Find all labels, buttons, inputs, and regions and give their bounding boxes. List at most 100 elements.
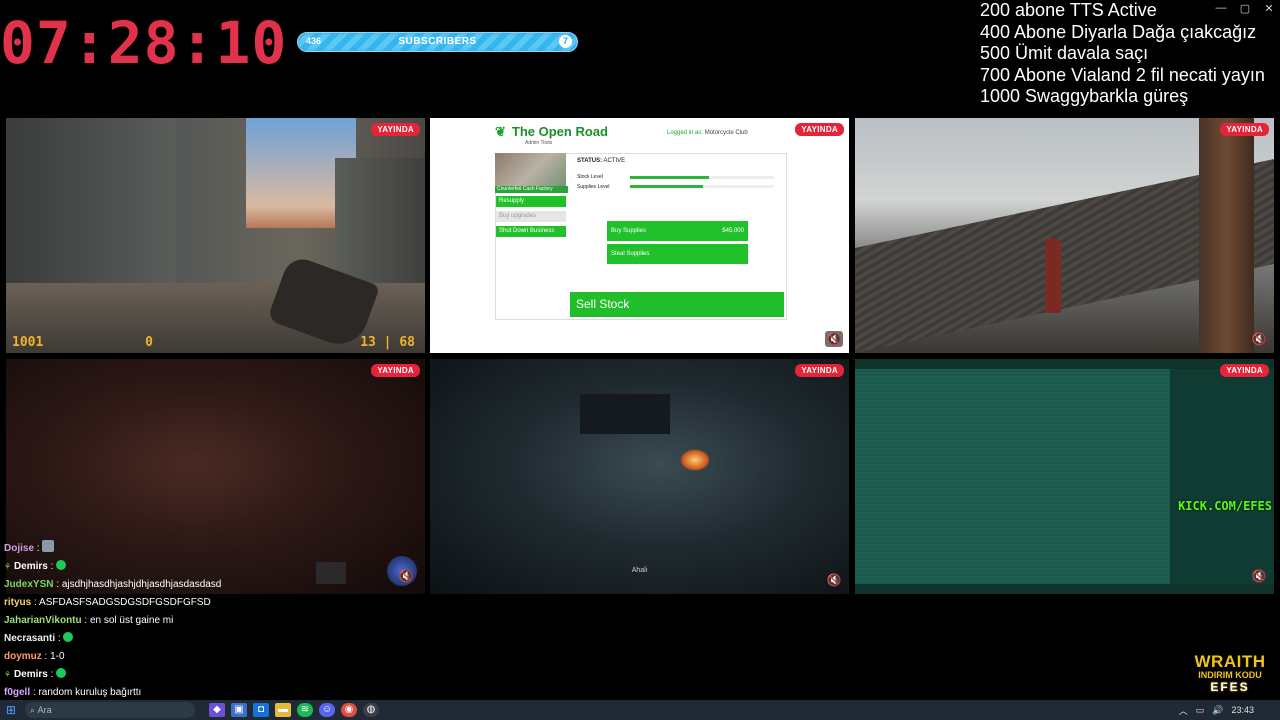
chat-separator: : xyxy=(53,579,62,590)
stream-tile-fps-game[interactable]: 1001 0 13 | 68 YAYINDA xyxy=(6,118,425,353)
goal-item: 400 Abone Diyarla Dağa çıakcağız xyxy=(980,21,1257,42)
chat-text: ajsdhjhasdhjashjdhjasdhjasdasdasd xyxy=(61,579,222,590)
app-icon[interactable]: ◆ xyxy=(209,703,225,717)
chrome-icon[interactable]: ◉ xyxy=(341,703,357,717)
resupply-button[interactable]: Resupply xyxy=(496,196,566,207)
buy-supplies-button[interactable]: Buy Supplies $45,000 xyxy=(607,221,748,241)
chat-username: rityus xyxy=(4,597,32,608)
sponsor-code: EFES xyxy=(1210,680,1250,694)
chat-username: Demirs xyxy=(13,561,48,572)
buy-upgrades-button[interactable]: Buy upgrades xyxy=(496,211,566,222)
chat-separator: : xyxy=(47,669,57,680)
sell-stock-button[interactable]: Sell Stock xyxy=(570,292,784,317)
game-pillar xyxy=(1199,118,1254,353)
chat-message: rityus : ASFDASFSADGSDGSDFGSDFGFSD xyxy=(4,594,221,612)
hud-health: 1001 0 xyxy=(12,335,153,350)
goal-item: 1000 Swaggybarkla güreş xyxy=(980,86,1189,106)
chat-message: Dojise : xyxy=(4,540,221,558)
sponsor-badge: WRAITH INDIRIM KODU EFES xyxy=(1186,652,1274,694)
app-icon[interactable]: ◘ xyxy=(253,703,269,717)
terminal-bottombar xyxy=(855,584,1274,594)
business-status: STATUS: ACTIVE xyxy=(577,158,626,164)
stock-level-fill xyxy=(630,176,710,179)
supplies-level-bar xyxy=(630,185,774,188)
chat-emote-icon xyxy=(63,632,74,642)
stock-level-label: Stock Level xyxy=(577,174,603,180)
chat-text: random kuruluş bağırttı xyxy=(38,687,142,698)
stream-tile-rooftop-game[interactable]: YAYINDA 🔇 xyxy=(855,118,1274,353)
search-icon: ⌕ xyxy=(30,704,36,715)
shutdown-business-button[interactable]: Shut Down Business xyxy=(496,226,566,237)
subscriber-target-marker: 7 xyxy=(559,35,572,48)
obs-icon[interactable]: ◍ xyxy=(363,703,379,717)
taskbar-apps: ◆ ▣ ◘ ▬ ≋ ☺ ◉ ◍ xyxy=(209,703,379,717)
mute-icon[interactable]: 🔇 xyxy=(825,572,843,588)
supplies-level-label: Supplies Level xyxy=(577,184,610,190)
chat-username: doymuz xyxy=(4,651,42,662)
subscribers-progress-bar: 436 SUBSCRIBERS 7 xyxy=(297,32,578,52)
spotify-icon[interactable]: ≋ xyxy=(297,703,313,717)
stream-clock: 07:28:10 xyxy=(0,9,288,77)
sponsor-brand: WRAITH xyxy=(1194,652,1266,671)
chat-text: en sol üst gaine mi xyxy=(89,615,174,626)
live-badge: YAYINDA xyxy=(795,123,844,136)
system-tray: ︿ ▭ 🔊 23:43 xyxy=(1179,704,1280,717)
volume-icon[interactable]: 🔊 xyxy=(1212,705,1223,716)
chat-separator: : xyxy=(31,597,40,608)
chat-text: ASFDASFSADGSDGSDFGSDFGFSD xyxy=(39,597,211,608)
subscriber-goals-list: 200 abone TTS Active 400 Abone Diyarla D… xyxy=(980,0,1265,108)
mute-icon[interactable]: 🔇 xyxy=(397,568,415,584)
mute-icon[interactable]: 🔇 xyxy=(1250,331,1268,347)
chat-message: doymuz : 1-0 xyxy=(4,648,221,666)
game-house xyxy=(580,394,670,434)
clock-time[interactable]: 23:43 xyxy=(1231,705,1254,715)
stream-tile-village-game[interactable]: Ahali YAYINDA 🔇 xyxy=(430,359,849,594)
live-badge: YAYINDA xyxy=(371,123,420,136)
chat-separator: : xyxy=(81,615,90,626)
supplies-level-fill xyxy=(630,185,704,188)
brand-logo: ❦ The Open Road Admin Tools xyxy=(495,124,608,146)
live-badge: YAYINDA xyxy=(1220,123,1269,136)
chat-emote-icon xyxy=(42,540,55,552)
start-icon[interactable]: ⊞ xyxy=(0,703,22,717)
chat-emote-icon xyxy=(56,560,67,570)
chat-separator: : xyxy=(55,633,64,644)
live-badge: YAYINDA xyxy=(795,364,844,377)
game-character xyxy=(1045,238,1061,313)
stream-tile-gta-business[interactable]: ❦ The Open Road Admin Tools Logged in as: … xyxy=(430,118,849,353)
live-badge: YAYINDA xyxy=(1220,364,1269,377)
chat-message: Necrasanti : xyxy=(4,630,221,648)
chat-username: JaharianVikontu xyxy=(4,615,82,626)
goal-item: 200 abone TTS Active xyxy=(980,0,1157,20)
subscribers-label: SUBSCRIBERS xyxy=(398,36,477,47)
chat-message: ⚘ Demirs : xyxy=(4,558,221,576)
terminal-sidebar xyxy=(1170,369,1274,589)
chat-text: 1-0 xyxy=(50,651,65,662)
chat-username: Necrasanti xyxy=(4,633,56,644)
chat-separator: : xyxy=(41,651,51,662)
steal-supplies-button[interactable]: Steal Supplies xyxy=(607,244,748,264)
stock-level-bar xyxy=(630,176,774,179)
chat-separator: : xyxy=(47,561,57,572)
chat-message: JaharianVikontu : en sol üst gaine mi xyxy=(4,612,221,630)
chat-message: JudexYSN : ajsdhjhasdhjashjdhjasdhjasdas… xyxy=(4,576,221,594)
taskbar-search[interactable]: ⌕ Ara xyxy=(25,702,195,718)
chat-username: Dojise xyxy=(4,543,35,554)
folder-icon[interactable]: ▬ xyxy=(275,703,291,717)
kick-channel-url: KICK.COM/EFES xyxy=(1178,499,1272,513)
network-icon[interactable]: ▭ xyxy=(1196,705,1205,716)
goal-item: 500 Ümit davala saçı xyxy=(980,43,1149,63)
sub-badge-icon: ⚘ xyxy=(4,670,12,679)
stream-tile-terminal-game[interactable]: KICK.COM/EFES YAYINDA 🔇 xyxy=(855,359,1274,594)
sub-badge-icon: ⚘ xyxy=(4,562,12,571)
chat-username: Demirs xyxy=(13,669,48,680)
mute-icon[interactable]: 🔇 xyxy=(1250,568,1268,584)
chat-username: JudexYSN xyxy=(4,579,54,590)
sponsor-discount-label: INDIRIM KODU xyxy=(1198,670,1262,680)
live-badge: YAYINDA xyxy=(371,364,420,377)
app-icon[interactable]: ▣ xyxy=(231,703,247,717)
skill-bar xyxy=(316,562,346,584)
chevron-up-icon[interactable]: ︿ xyxy=(1179,704,1188,717)
discord-icon[interactable]: ☺ xyxy=(319,703,335,717)
mute-icon[interactable]: 🔇 xyxy=(825,331,843,347)
